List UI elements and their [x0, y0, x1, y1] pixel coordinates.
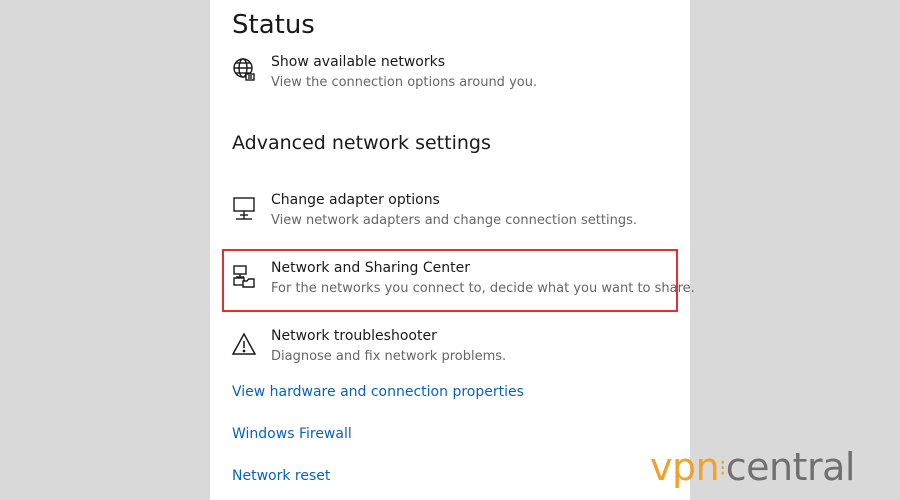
globe-icon — [230, 56, 258, 84]
change-adapter-options-item[interactable]: Change adapter options View network adap… — [224, 192, 664, 240]
sharing-center-icon — [230, 262, 258, 290]
network-reset-link[interactable]: Network reset — [232, 468, 330, 484]
windows-firewall-link[interactable]: Windows Firewall — [232, 426, 352, 442]
network-troubleshooter-title: Network troubleshooter — [271, 328, 437, 344]
advanced-network-settings-heading: Advanced network settings — [232, 132, 491, 154]
show-available-networks-item[interactable]: Show available networks View the connect… — [224, 54, 664, 102]
change-adapter-options-description: View network adapters and change connect… — [271, 213, 637, 228]
network-troubleshooter-description: Diagnose and fix network problems. — [271, 349, 507, 364]
watermark-vpn: vpn — [650, 445, 720, 489]
status-heading: Status — [232, 10, 315, 40]
network-and-sharing-center-description: For the networks you connect to, decide … — [271, 281, 695, 296]
network-and-sharing-center-title: Network and Sharing Center — [271, 260, 471, 276]
show-available-networks-description: View the connection options around you. — [271, 75, 538, 90]
network-troubleshooter-item[interactable]: Network troubleshooter Diagnose and fix … — [224, 328, 664, 376]
watermark-central: central — [725, 445, 856, 489]
monitor-network-icon — [230, 194, 258, 222]
vpncentral-watermark: vpn⁝central — [650, 448, 855, 486]
settings-panel: Status Show available networks View the … — [210, 0, 695, 500]
watermark-separator-icon: ⁝ — [719, 456, 726, 482]
view-hardware-properties-link[interactable]: View hardware and connection properties — [232, 384, 524, 400]
change-adapter-options-title: Change adapter options — [271, 192, 440, 208]
show-available-networks-title: Show available networks — [271, 54, 446, 70]
network-and-sharing-center-item[interactable]: Network and Sharing Center For the netwo… — [224, 260, 695, 308]
warning-icon — [230, 330, 258, 358]
